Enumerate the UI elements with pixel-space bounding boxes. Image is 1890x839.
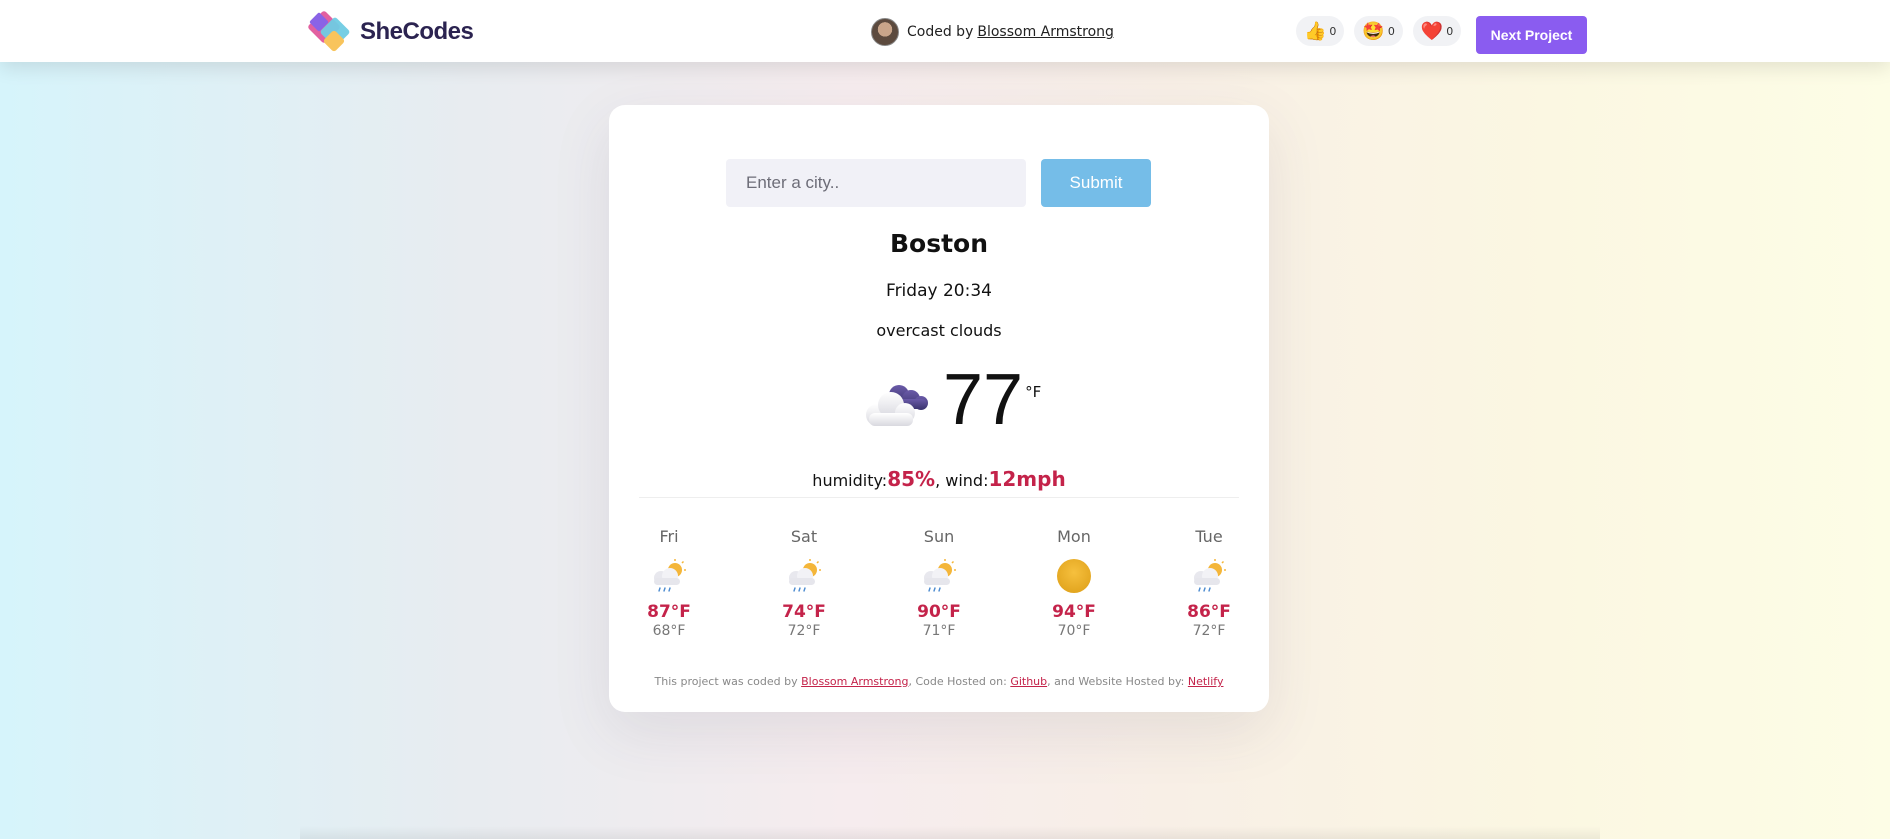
wind-value: 12mph (988, 467, 1066, 491)
shecodes-logo[interactable]: SheCodes (307, 9, 474, 55)
weather-stats: humidity:85%, wind:12mph (609, 467, 1269, 491)
forecast-day: Sat 74°F 72°F (767, 527, 841, 639)
forecast-day: Tue 86°F 72°F (1172, 527, 1246, 639)
temperature-unit: °F (1025, 383, 1042, 401)
thumbs-up-icon: 👍 (1304, 20, 1327, 42)
forecast-min: 70°F (1057, 623, 1091, 639)
reaction-star-struck[interactable]: 🤩 0 (1354, 16, 1403, 46)
reaction-count: 0 (1387, 24, 1395, 38)
footer-author-link[interactable]: Blossom Armstrong (801, 675, 908, 688)
weather-description: overcast clouds (876, 321, 1002, 340)
submit-button[interactable]: Submit (1041, 159, 1151, 207)
netlify-link[interactable]: Netlify (1188, 675, 1224, 688)
forecast-max: 90°F (917, 602, 961, 622)
footer: This project was coded by Blossom Armstr… (609, 675, 1269, 688)
logo-text: SheCodes (360, 18, 474, 45)
reaction-heart[interactable]: ❤️ 0 (1412, 16, 1462, 46)
footer-text: , Code Hosted on: (908, 675, 1011, 688)
humidity-label: humidity: (812, 471, 888, 490)
forecast-day-name: Sun (923, 527, 955, 546)
avatar (871, 18, 899, 46)
forecast-max: 74°F (782, 602, 826, 622)
forecast-day: Fri 87°F 68°F (632, 527, 706, 639)
forecast: Fri 87°F 68°F Sat 74°F 72°F Sun 90°F 71°… (632, 527, 1246, 639)
footer-text: This project was coded by (654, 675, 802, 688)
weather-card: Submit Boston Friday 20:34 overcast clou… (609, 105, 1269, 712)
reaction-count: 0 (1329, 24, 1337, 38)
forecast-day: Mon 94°F 70°F (1037, 527, 1111, 639)
rain-sun-icon (654, 559, 686, 592)
coded-by: Coded by Blossom Armstrong (871, 18, 1114, 46)
forecast-max: 94°F (1052, 602, 1096, 622)
divider (639, 497, 1239, 498)
github-link[interactable]: Github (1010, 675, 1047, 688)
wind-label: , wind: (935, 471, 989, 490)
bottom-shadow (300, 826, 1600, 839)
current-temperature: 77 °F (863, 359, 1041, 441)
forecast-day-name: Tue (1195, 527, 1223, 546)
reaction-count: 0 (1446, 24, 1454, 38)
top-navbar: SheCodes Coded by Blossom Armstrong 👍 0 … (0, 0, 1890, 62)
city-search-input[interactable] (726, 159, 1026, 207)
heart-icon: ❤️ (1420, 20, 1444, 42)
sun-icon (1057, 559, 1091, 593)
temperature-value: 77 (943, 360, 1024, 440)
star-struck-icon: 🤩 (1362, 20, 1385, 42)
forecast-max: 87°F (647, 602, 691, 622)
rain-sun-icon (789, 559, 821, 592)
forecast-min: 68°F (652, 623, 686, 639)
forecast-day-name: Sat (790, 527, 818, 546)
footer-text: , and Website Hosted by: (1047, 675, 1188, 688)
next-project-button[interactable]: Next Project (1476, 16, 1587, 54)
forecast-min: 72°F (1192, 623, 1226, 639)
current-datetime: Friday 20:34 (886, 281, 992, 301)
rain-sun-icon (924, 559, 956, 592)
reactions: 👍 0 🤩 0 ❤️ 0 (1296, 16, 1462, 46)
forecast-day: Sun 90°F 71°F (902, 527, 976, 639)
forecast-min: 71°F (922, 623, 956, 639)
shecodes-logo-icon (307, 9, 356, 55)
author-link[interactable]: Blossom Armstrong (977, 24, 1114, 40)
forecast-min: 72°F (787, 623, 821, 639)
rain-sun-icon (1194, 559, 1226, 592)
cloud-icon (866, 385, 928, 426)
city-name: Boston (889, 229, 989, 258)
coded-by-prefix: Coded by (907, 24, 974, 40)
forecast-max: 86°F (1187, 602, 1231, 622)
search-form: Submit (726, 159, 1151, 207)
reaction-thumbs-up[interactable]: 👍 0 (1296, 16, 1345, 46)
forecast-day-name: Fri (659, 527, 679, 546)
humidity-value: 85% (887, 467, 936, 491)
forecast-day-name: Mon (1057, 527, 1091, 546)
